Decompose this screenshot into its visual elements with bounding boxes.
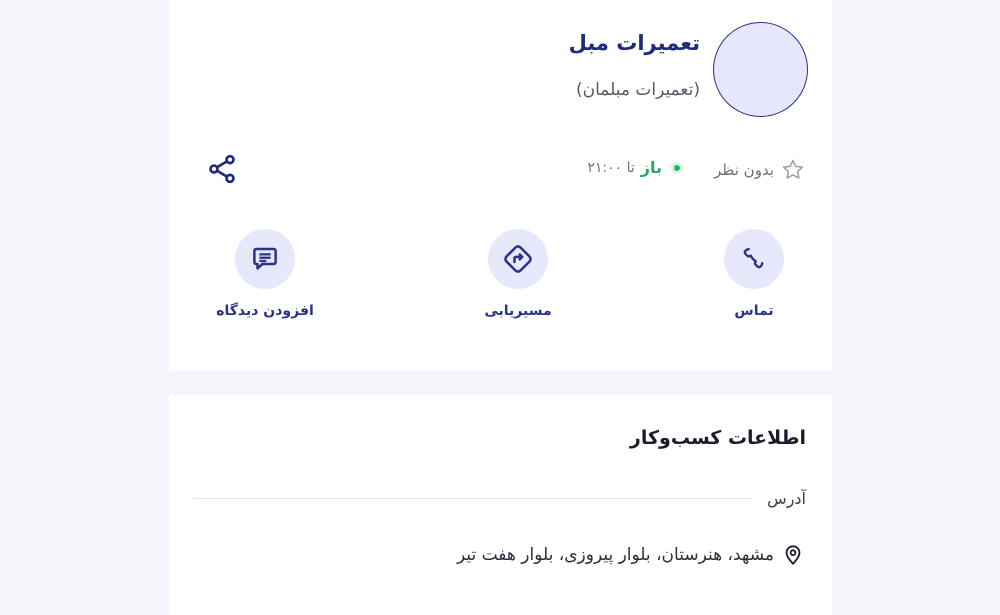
share-button[interactable] [203, 150, 241, 188]
divider [193, 498, 754, 499]
address-label: آدرس [767, 489, 806, 508]
business-info-card: اطلاعات کسب‌وکار آدرس مشهد، هنرستان، بلو… [169, 395, 832, 615]
business-avatar [713, 22, 808, 117]
call-label: تماس [734, 303, 774, 319]
route-action[interactable]: مسیریابی [458, 229, 578, 319]
add-review-action[interactable]: افزودن دیدگاه [205, 229, 325, 319]
address-subheader: آدرس [193, 489, 806, 508]
call-button[interactable] [724, 229, 784, 289]
route-button[interactable] [488, 229, 548, 289]
business-title: تعمیرات مبل [568, 31, 700, 55]
open-until-text: تا ۲۱:۰۰ [587, 159, 635, 176]
open-status-label: باز [640, 158, 662, 177]
open-status: باز تا ۲۱:۰۰ [587, 158, 680, 177]
route-label: مسیریابی [484, 303, 552, 319]
rating-text: بدون نظر [714, 161, 774, 179]
star-outline-icon [782, 159, 804, 179]
rating[interactable]: بدون نظر [714, 157, 806, 183]
add-review-button[interactable] [235, 229, 295, 289]
business-header-card: تعمیرات مبل (تعمیرات مبلمان) بدون نظر با… [169, 0, 832, 371]
share-icon [209, 154, 235, 184]
add-review-label: افزودن دیدگاه [216, 303, 314, 319]
comment-icon [253, 247, 277, 270]
business-category: (تعمیرات مبلمان) [575, 80, 700, 100]
open-status-dot [674, 164, 680, 171]
address-row[interactable]: مشهد، هنرستان، بلوار پیروزی، بلوار هفت ت… [457, 543, 804, 567]
call-action[interactable]: تماس [694, 229, 814, 319]
section-title: اطلاعات کسب‌وکار [629, 427, 806, 449]
location-pin-icon [785, 545, 801, 565]
directions-icon [504, 245, 532, 273]
address-value: مشهد، هنرستان، بلوار پیروزی، بلوار هفت ت… [456, 545, 774, 565]
phone-icon [743, 247, 764, 269]
